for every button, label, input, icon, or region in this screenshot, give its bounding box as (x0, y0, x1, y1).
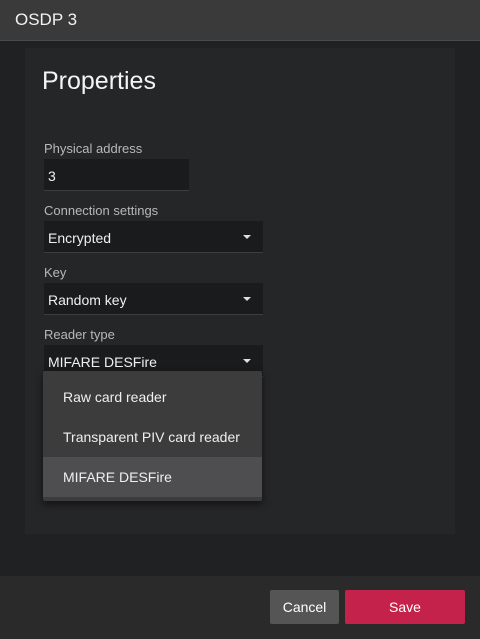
panel-title: Properties (42, 67, 156, 95)
connection-settings-select[interactable]: Encrypted (44, 221, 263, 253)
option-raw-card-reader[interactable]: Raw card reader (43, 377, 262, 417)
reader-type-label: Reader type (44, 327, 115, 342)
physical-address-label: Physical address (44, 141, 143, 156)
option-mifare-desfire[interactable]: MIFARE DESFire (43, 457, 262, 497)
key-value: Random key (48, 292, 127, 308)
window-title: OSDP 3 (15, 10, 78, 29)
reader-type-dropdown-menu: Raw card reader Transparent PIV card rea… (43, 371, 262, 501)
save-button[interactable]: Save (345, 590, 465, 624)
connection-settings-label: Connection settings (44, 203, 159, 218)
physical-address-input[interactable]: 3 (44, 159, 189, 191)
key-select[interactable]: Random key (44, 283, 263, 315)
title-bar: OSDP 3 (0, 0, 480, 41)
caret-down-icon (243, 359, 251, 363)
caret-down-icon (243, 235, 251, 239)
caret-down-icon (243, 297, 251, 301)
option-transparent-piv-card-reader[interactable]: Transparent PIV card reader (43, 417, 262, 457)
key-label: Key (44, 265, 67, 280)
dialog-footer: Cancel Save (0, 576, 480, 639)
reader-type-value: MIFARE DESFire (48, 354, 157, 370)
cancel-button[interactable]: Cancel (270, 590, 339, 624)
connection-settings-value: Encrypted (48, 230, 112, 246)
